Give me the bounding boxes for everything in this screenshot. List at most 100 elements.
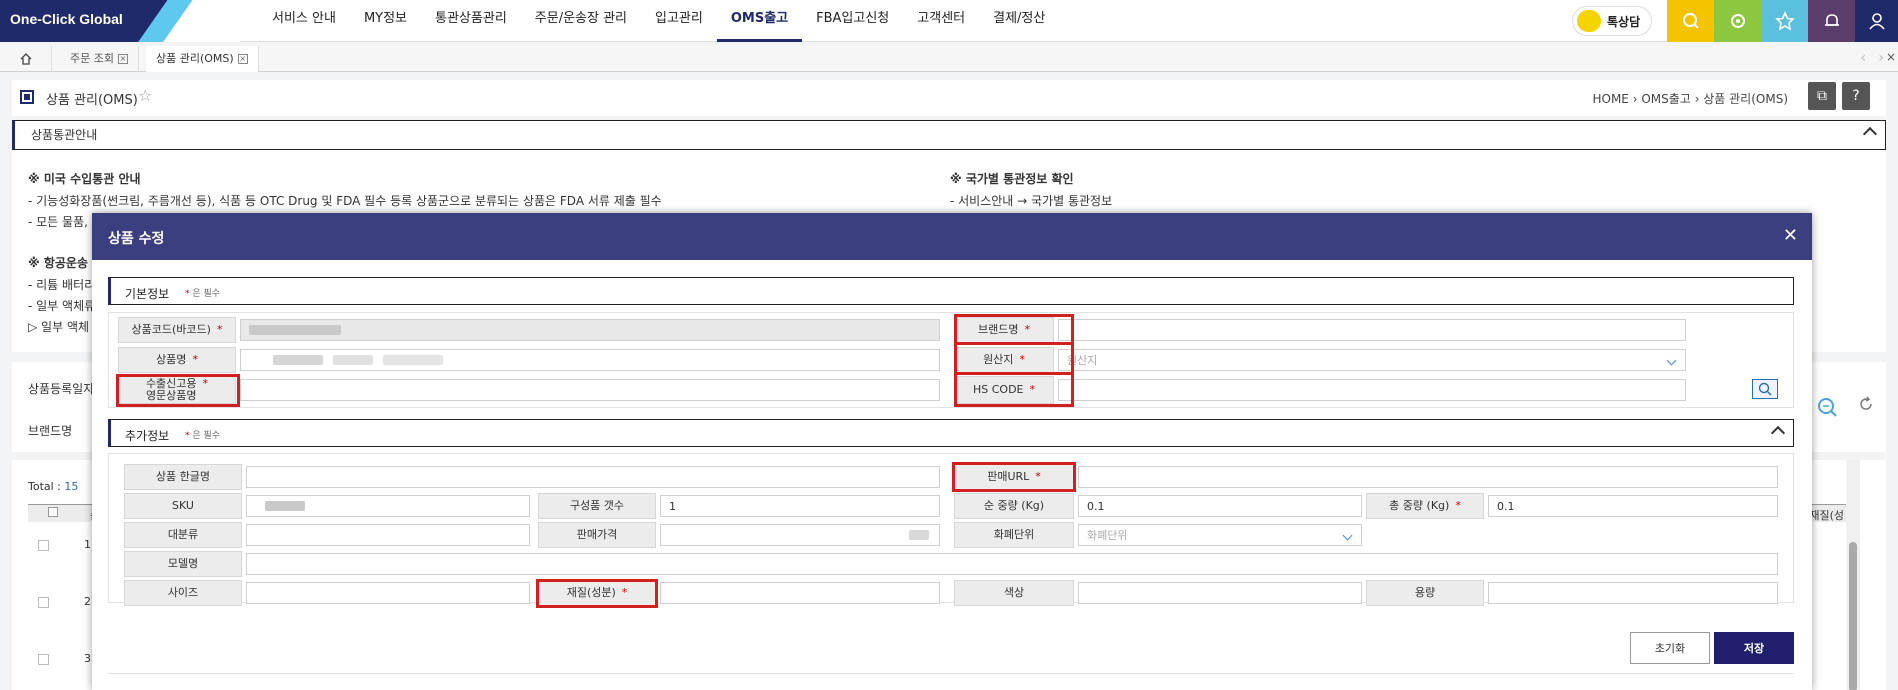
tab-label: 상품 관리(OMS) xyxy=(156,52,234,65)
row-checkbox[interactable] xyxy=(38,540,49,551)
page-icon xyxy=(20,90,34,104)
product-code-input[interactable] xyxy=(240,319,940,341)
table-scrollbar[interactable] xyxy=(1846,460,1860,690)
currency-label: 화폐단위 xyxy=(954,522,1074,548)
nav-item-inbound[interactable]: 입고관리 xyxy=(641,0,717,42)
air-transport-line: - 일부 액체류 xyxy=(28,299,96,313)
notice-header[interactable]: 상품통관안내 xyxy=(12,120,1886,150)
favorites-button[interactable] xyxy=(1761,0,1808,42)
tab-home[interactable] xyxy=(0,46,52,72)
brand-input[interactable] xyxy=(1058,319,1686,341)
components-count-input[interactable]: 1 xyxy=(660,495,940,517)
sale-price-input[interactable] xyxy=(660,524,940,546)
row-number: 2 xyxy=(84,595,91,608)
gross-weight-input[interactable]: 0.1 xyxy=(1488,495,1778,517)
row-checkbox[interactable] xyxy=(38,654,49,665)
favorite-star-icon[interactable]: ☆ xyxy=(138,86,152,105)
tabs-scroll-left-icon[interactable]: ‹ xyxy=(1860,50,1866,66)
model-name-input[interactable] xyxy=(246,553,1778,575)
nav-item-customs-products[interactable]: 통관상품관리 xyxy=(421,0,521,42)
modal-title: 상품 수정 xyxy=(108,231,165,247)
total-label: Total : 15 xyxy=(28,480,79,493)
page-title: 상품 관리(OMS) xyxy=(46,93,138,108)
save-button[interactable]: 저장 xyxy=(1714,632,1794,664)
category-input[interactable] xyxy=(246,524,530,546)
close-icon[interactable]: ✕ xyxy=(1783,225,1798,246)
nav-item-fba[interactable]: FBA입고신청 xyxy=(802,0,903,42)
hs-code-input[interactable] xyxy=(1058,379,1686,401)
sku-input[interactable] xyxy=(246,495,530,517)
product-name-label: 상품명 * xyxy=(118,347,236,373)
origin-select[interactable]: 원산지 xyxy=(1058,349,1686,371)
size-input[interactable] xyxy=(246,582,530,604)
reset-button[interactable]: 초기화 xyxy=(1630,632,1710,664)
row-number: 3 xyxy=(84,652,91,665)
tab-order-search[interactable]: 주문 조회 × xyxy=(60,46,139,72)
product-name-input[interactable] xyxy=(240,349,940,371)
size-label: 사이즈 xyxy=(124,580,242,606)
settings-button[interactable] xyxy=(1714,0,1761,42)
user-button[interactable] xyxy=(1855,0,1898,42)
col-material: 재질(성 xyxy=(1809,509,1844,522)
select-all-checkbox[interactable] xyxy=(48,507,58,517)
chevron-down-icon xyxy=(1342,530,1353,541)
korean-name-input[interactable] xyxy=(246,466,940,488)
tab-label: 주문 조회 xyxy=(70,52,114,65)
chat-bubble-icon xyxy=(1577,10,1601,32)
model-name-label: 모델명 xyxy=(124,551,242,577)
category-label: 대분류 xyxy=(124,522,242,548)
search-button[interactable] xyxy=(1667,0,1714,42)
close-icon[interactable]: × xyxy=(117,54,128,64)
page-header: 상품 관리(OMS) ☆ HOME › OMS출고 › 상품 관리(OMS) ⧉… xyxy=(12,80,1886,116)
edit-product-modal: 상품 수정 ✕ 기본정보 * 은 필수 상품코드(바코드) * 브랜드명 * 상품명… xyxy=(92,213,1812,690)
us-customs-line: - 기능성화장품(썬크림, 주름개선 등), 식품 등 OTC Drug 및 F… xyxy=(28,194,662,208)
notice-title: 상품통관안내 xyxy=(31,128,98,142)
talk-button[interactable]: 톡상담 xyxy=(1572,6,1652,36)
required-note: * 은 필수 xyxy=(185,289,221,299)
sales-url-input[interactable] xyxy=(1078,466,1778,488)
highlight-material xyxy=(536,579,658,608)
highlight-export-name xyxy=(116,374,240,407)
page-tabs: 주문 조회 × 상품 관리(OMS) × ‹ › × xyxy=(0,46,1898,72)
breadcrumb: HOME › OMS출고 › 상품 관리(OMS) xyxy=(1592,92,1788,106)
highlight-sales-url xyxy=(952,462,1076,492)
star-icon xyxy=(1774,11,1795,31)
search-icon[interactable] xyxy=(1816,396,1838,421)
sale-price-label: 판매가격 xyxy=(538,522,656,548)
nav-item-billing[interactable]: 결제/정산 xyxy=(979,0,1059,42)
logo[interactable]: One-Click Global xyxy=(0,0,240,42)
capacity-input[interactable] xyxy=(1488,582,1778,604)
chevron-up-icon[interactable] xyxy=(1770,425,1786,441)
close-icon[interactable]: × xyxy=(237,54,248,64)
help-icon[interactable]: ? xyxy=(1842,82,1870,110)
air-transport-line: ▷ 일부 액체 xyxy=(28,320,90,334)
net-weight-input[interactable]: 0.1 xyxy=(1078,495,1362,517)
hs-code-search-button[interactable] xyxy=(1752,379,1778,399)
tab-product-management[interactable]: 상품 관리(OMS) × xyxy=(146,46,259,72)
color-input[interactable] xyxy=(1078,582,1362,604)
scrollbar-thumb[interactable] xyxy=(1849,542,1857,690)
chevron-down-icon xyxy=(1666,355,1677,366)
brand-filter-label: 브랜드명 xyxy=(28,424,73,438)
search-icon xyxy=(1682,13,1699,29)
copy-button[interactable]: ⧉ xyxy=(1808,82,1836,110)
nav-item-service[interactable]: 서비스 안내 xyxy=(258,0,350,42)
nav-item-support[interactable]: 고객센터 xyxy=(903,0,979,42)
export-english-name-input[interactable] xyxy=(240,379,940,401)
highlight-hs-code xyxy=(954,374,1074,407)
nav-item-myinfo[interactable]: MY정보 xyxy=(350,0,421,42)
nav-item-orders[interactable]: 주문/운송장 관리 xyxy=(521,0,641,42)
notifications-button[interactable] xyxy=(1808,0,1855,42)
capacity-label: 용량 xyxy=(1366,580,1484,606)
currency-select[interactable]: 화폐단위 xyxy=(1078,524,1362,546)
nav-item-oms[interactable]: OMS출고 xyxy=(716,0,803,42)
close-all-tabs-icon[interactable]: × xyxy=(1886,50,1896,64)
row-checkbox[interactable] xyxy=(38,597,49,608)
refresh-icon[interactable] xyxy=(1858,396,1874,415)
color-label: 색상 xyxy=(954,580,1074,606)
extra-info-header: 추가정보 * 은 필수 xyxy=(108,419,1794,447)
tabs-scroll-right-icon[interactable]: › xyxy=(1878,50,1884,66)
components-count-label: 구성품 갯수 xyxy=(538,493,656,519)
material-input[interactable] xyxy=(660,582,940,604)
chevron-up-icon[interactable] xyxy=(1862,126,1878,142)
